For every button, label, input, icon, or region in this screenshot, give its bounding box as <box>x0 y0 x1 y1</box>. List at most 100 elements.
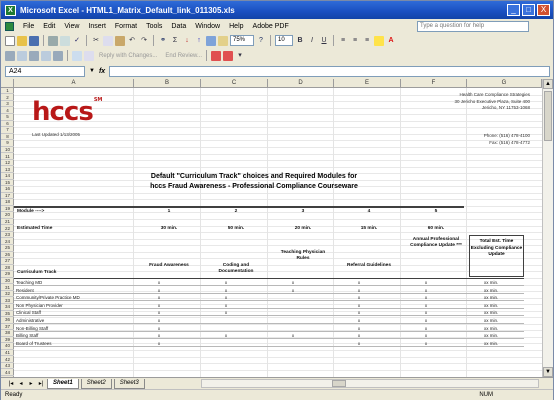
workbook-icon[interactable] <box>5 21 14 31</box>
track-total-time[interactable]: xx min. <box>484 332 498 339</box>
row-header[interactable]: 30 <box>1 278 14 285</box>
track-name[interactable]: Billing Staff <box>16 332 38 339</box>
tab-sheet3[interactable]: Sheet3 <box>113 378 145 389</box>
row-header[interactable]: 6 <box>1 121 14 128</box>
spreadsheet-grid[interactable]: A B C D E F G 1 2 3 4 5 6 7 8 9 10 11 12 13 14 15 16 17 1… <box>1 79 542 377</box>
module-required-mark[interactable]: x <box>149 325 169 332</box>
row-header[interactable]: 8 <box>1 134 14 141</box>
column-header-f[interactable]: F <box>401 79 467 88</box>
row-header[interactable]: 35 <box>1 311 14 318</box>
fill-color-icon[interactable] <box>374 35 384 46</box>
module-required-mark[interactable]: x <box>149 279 169 286</box>
dropdown-icon[interactable]: ▾ <box>235 51 245 61</box>
row-header[interactable]: 44 <box>1 370 14 377</box>
menu-view[interactable]: View <box>64 23 79 30</box>
module-required-mark[interactable]: x <box>283 287 303 294</box>
row-header[interactable]: 42 <box>1 357 14 363</box>
module-required-mark[interactable]: x <box>149 302 169 309</box>
track-name[interactable]: Clinical Staff <box>16 309 41 316</box>
sort-descending-icon[interactable]: ↑ <box>194 36 204 46</box>
track-total-time[interactable]: xx min. <box>484 302 498 309</box>
row-header[interactable]: 39 <box>1 337 14 344</box>
module-required-mark[interactable]: x <box>216 309 236 316</box>
review-icon-3[interactable] <box>29 50 39 61</box>
module-required-mark[interactable]: x <box>216 302 236 309</box>
module-required-mark[interactable]: x <box>216 294 236 301</box>
review-icon-2[interactable] <box>17 50 27 61</box>
row-header[interactable]: 16 <box>1 186 14 193</box>
module-required-mark[interactable]: x <box>149 287 169 294</box>
menu-tools[interactable]: Tools <box>146 23 162 30</box>
track-total-time[interactable]: xx min. <box>484 325 498 332</box>
track-name[interactable]: Community/Private Practice MD <box>16 294 80 301</box>
help-search-input[interactable]: Type a question for help <box>417 21 529 32</box>
reply-with-changes-button[interactable]: Reply with Changes... <box>99 53 157 59</box>
row-header[interactable]: 14 <box>1 173 14 180</box>
module-required-mark[interactable]: x <box>349 279 369 286</box>
undo-icon[interactable]: ↶ <box>127 36 137 46</box>
track-total-time[interactable]: xx min. <box>484 317 498 324</box>
underline-icon[interactable]: U <box>319 36 329 46</box>
track-name[interactable]: Non-Billing Staff <box>16 325 48 332</box>
module-required-mark[interactable]: x <box>349 340 369 347</box>
module-required-mark[interactable]: x <box>149 340 169 347</box>
row-header[interactable]: 28 <box>1 265 14 272</box>
track-name[interactable]: Resident <box>16 287 34 294</box>
module-required-mark[interactable]: x <box>416 287 436 294</box>
module-required-mark[interactable]: x <box>349 287 369 294</box>
minimize-button[interactable]: _ <box>507 4 520 16</box>
menu-file[interactable]: File <box>23 23 34 30</box>
review-icon-7[interactable] <box>84 50 94 61</box>
module-required-mark[interactable]: x <box>416 317 436 324</box>
module-required-mark[interactable]: x <box>349 309 369 316</box>
module-required-mark[interactable]: x <box>283 332 303 339</box>
open-folder-icon[interactable] <box>17 35 27 46</box>
row-header[interactable]: 24 <box>1 239 14 246</box>
row-header[interactable]: 12 <box>1 160 14 167</box>
row-header[interactable]: 43 <box>1 363 14 370</box>
menu-help[interactable]: Help <box>229 23 243 30</box>
horizontal-scrollbar[interactable] <box>201 379 539 388</box>
track-name[interactable]: Administrative <box>16 317 44 324</box>
review-icon-5[interactable] <box>53 50 63 61</box>
save-icon[interactable] <box>29 35 39 46</box>
module-required-mark[interactable]: x <box>216 287 236 294</box>
paste-icon[interactable] <box>115 35 125 46</box>
bold-icon[interactable]: B <box>295 36 305 46</box>
track-total-time[interactable]: xx min. <box>484 294 498 301</box>
vertical-scroll-thumb[interactable] <box>544 91 552 141</box>
row-header[interactable]: 17 <box>1 193 14 200</box>
format-icon[interactable] <box>223 50 234 61</box>
new-file-icon[interactable] <box>5 35 15 46</box>
review-icon-6[interactable] <box>72 50 82 61</box>
autosum-icon[interactable]: Σ <box>170 36 180 46</box>
highlight-icon[interactable] <box>211 50 222 61</box>
redo-icon[interactable]: ↷ <box>139 36 149 46</box>
column-header-a[interactable]: A <box>14 79 134 88</box>
column-header-c[interactable]: C <box>201 79 268 88</box>
horizontal-scroll-thumb[interactable] <box>332 380 346 387</box>
review-icon-1[interactable] <box>5 50 15 61</box>
module-required-mark[interactable]: x <box>349 332 369 339</box>
track-name[interactable]: Teaching MD <box>16 279 42 286</box>
module-required-mark[interactable]: x <box>216 332 236 339</box>
italic-icon[interactable]: I <box>307 36 317 46</box>
track-total-time[interactable]: xx min. <box>484 309 498 316</box>
row-header[interactable]: 29 <box>1 271 14 278</box>
row-header[interactable]: 34 <box>1 304 14 311</box>
row-header[interactable]: 33 <box>1 298 14 304</box>
track-total-time[interactable]: xx min. <box>484 279 498 286</box>
prev-sheet-icon[interactable]: ◂ <box>17 380 25 387</box>
module-required-mark[interactable]: x <box>416 332 436 339</box>
module-required-mark[interactable]: x <box>416 279 436 286</box>
module-required-mark[interactable]: x <box>149 317 169 324</box>
review-icon-4[interactable] <box>41 50 51 61</box>
chart-wizard-icon[interactable] <box>206 35 216 46</box>
row-header[interactable]: 22 <box>1 226 14 232</box>
menu-adobe-pdf[interactable]: Adobe PDF <box>253 23 289 30</box>
scroll-up-icon[interactable]: ▲ <box>543 79 553 89</box>
row-header[interactable]: 38 <box>1 330 14 337</box>
row-header[interactable]: 1 <box>1 88 14 95</box>
tab-sheet1[interactable]: Sheet1 <box>47 378 79 389</box>
menu-data[interactable]: Data <box>171 23 186 30</box>
